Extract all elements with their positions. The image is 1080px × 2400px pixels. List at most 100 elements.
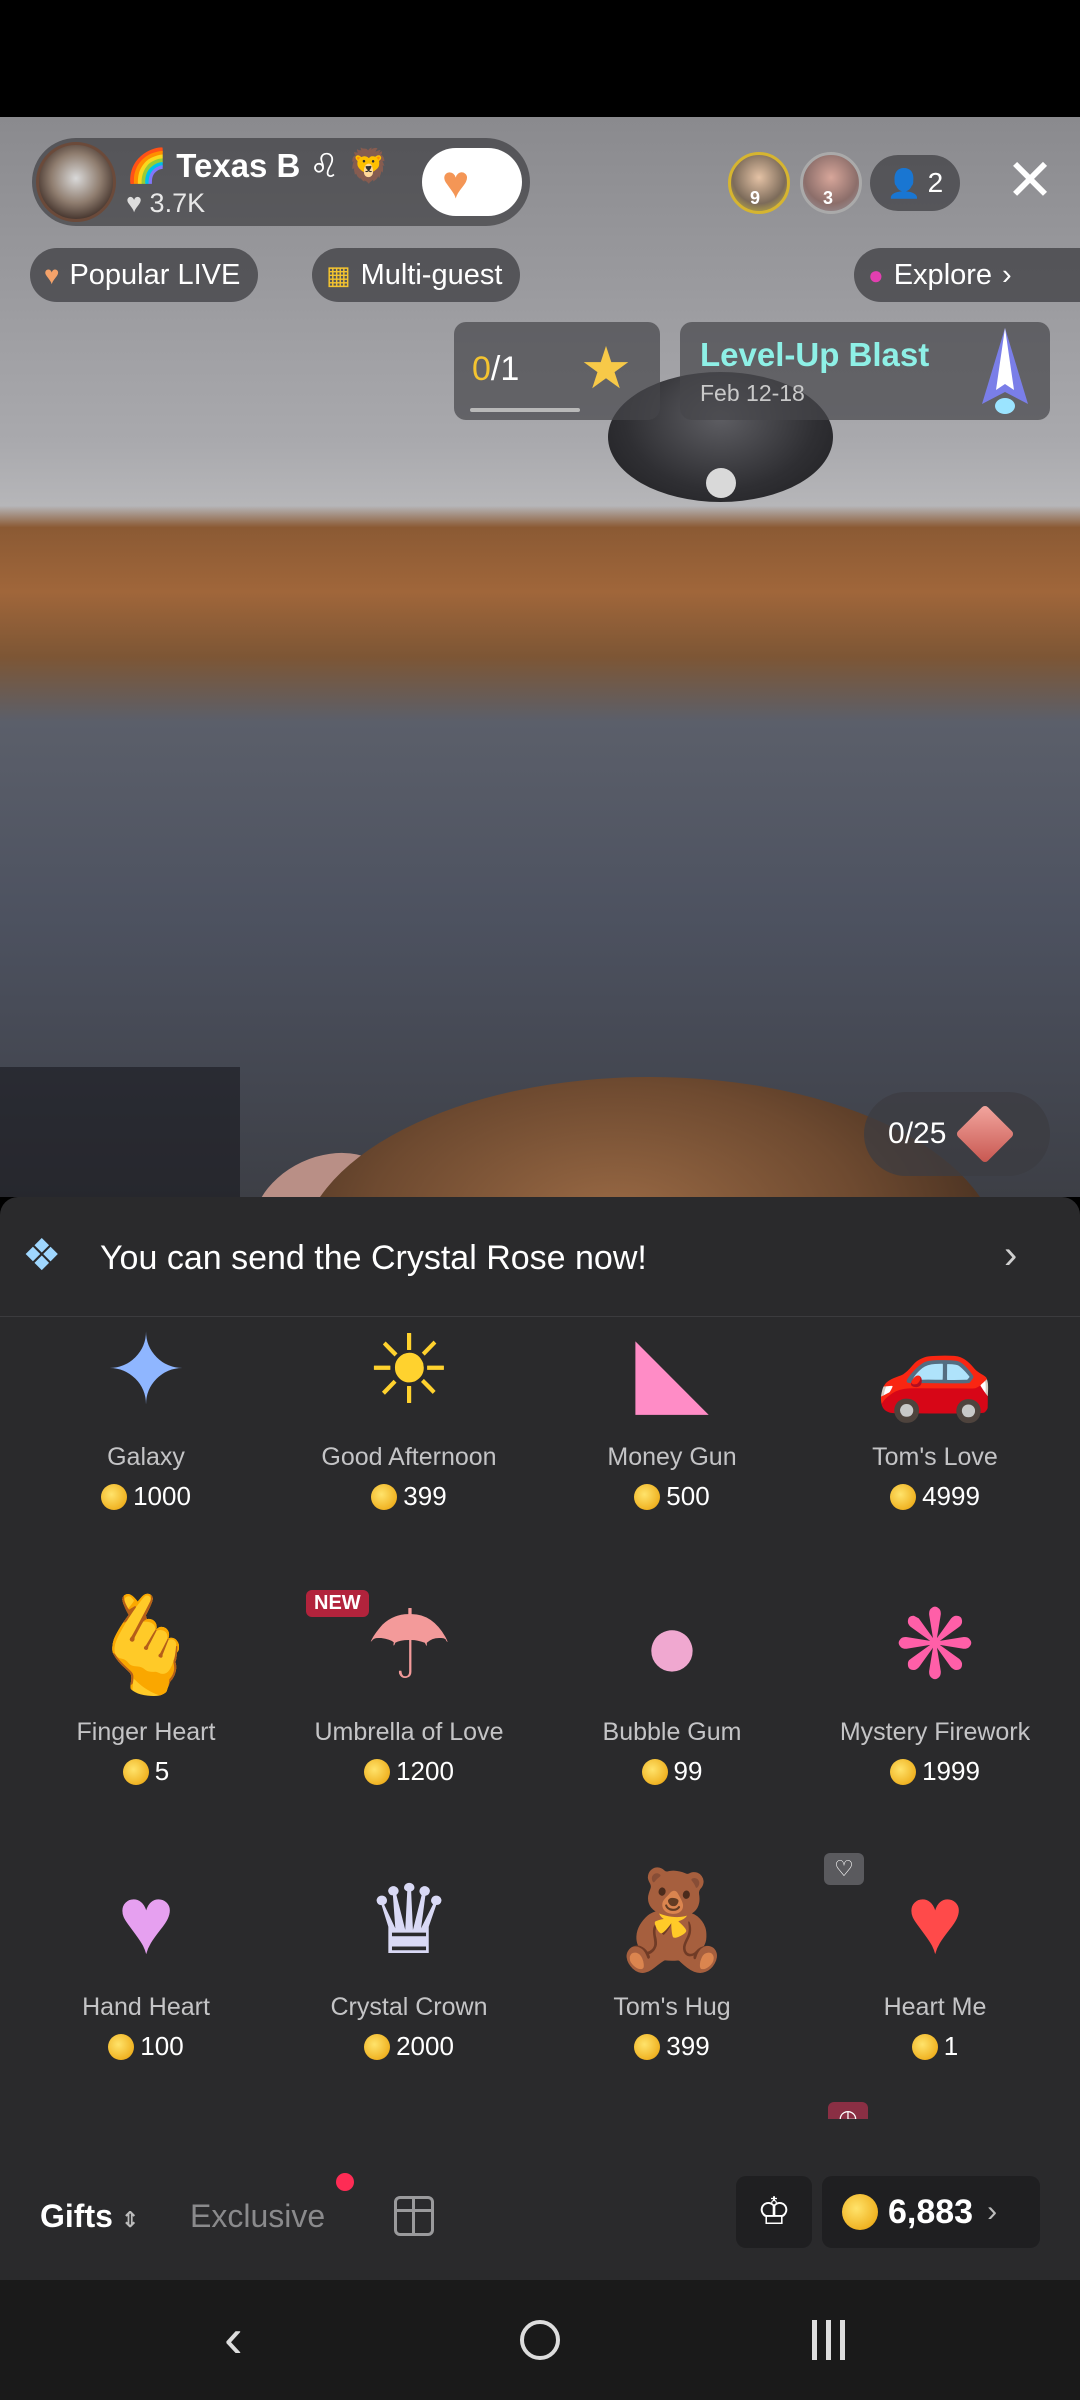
coin-icon — [364, 1758, 391, 1785]
tag-label: Explore — [893, 258, 993, 291]
gift-item-toms-love[interactable]: 🚗 Tom's Love 4999 — [804, 1319, 1066, 1559]
gift-price: 99 — [541, 1756, 803, 1787]
event-dates: Feb 12-18 — [700, 380, 805, 406]
tab-exclusive[interactable]: Exclusive — [190, 2198, 325, 2235]
tag-multi-guest[interactable]: ▦ Multi-guest — [312, 248, 521, 302]
gift-price: 1200 — [278, 1756, 540, 1787]
gem-icon — [955, 1104, 1016, 1164]
coin-icon — [101, 1483, 128, 1510]
gift-name: Umbrella of Love — [314, 1718, 504, 1746]
gift-price-value: 1 — [943, 2031, 959, 2061]
gift-item-galaxy[interactable]: ✦ Galaxy 1000 — [15, 1319, 277, 1559]
gift-item-crystal-crown[interactable]: ♛ Crystal Crown 2000 — [278, 1859, 540, 2109]
gift-price-value: 4999 — [922, 1481, 980, 1511]
close-button[interactable]: ✕ — [1000, 152, 1060, 212]
tag-label: Popular LIVE — [69, 258, 241, 291]
crown-icon: ♛ — [365, 1867, 453, 1974]
back-icon[interactable]: ‹ — [224, 2308, 243, 2368]
gift-name: Hand Heart — [82, 1993, 210, 2021]
gift-item-toms-hug[interactable]: 🧸 Tom's Hug 399 — [541, 1859, 803, 2109]
gift-price-value: 1200 — [396, 1756, 454, 1786]
host-likes-value: 3.7K — [149, 188, 206, 218]
chevron-right-icon: › — [1002, 258, 1012, 291]
coin-icon — [890, 1758, 917, 1785]
gift-price: 500 — [541, 1481, 803, 1512]
multi-guest-icon: ▦ — [326, 259, 351, 290]
gift-item-heart-me[interactable]: ♡ ♥ Heart Me 1 — [804, 1853, 1066, 2109]
gift-price-value: 500 — [666, 1481, 710, 1511]
timer-icon: ◷ — [828, 2102, 868, 2119]
gem-current: 0 — [888, 1117, 905, 1150]
gift-price-value: 1000 — [133, 1481, 191, 1511]
gift-item-umbrella-of-love[interactable]: NEW ☂ Umbrella of Love 1200 — [278, 1584, 540, 1834]
gem-counter[interactable]: 0/25 — [864, 1092, 1050, 1176]
teddy-bear-icon: 🧸 — [612, 1867, 732, 1974]
follow-button[interactable]: ♥ 13 — [422, 148, 522, 216]
heart-me-icon: ♥ — [906, 1867, 964, 1974]
coin-icon — [911, 2033, 938, 2060]
heart-icon: ♥ — [44, 259, 60, 290]
gift-price: 399 — [541, 2031, 803, 2062]
gift-name: Tom's Hug — [613, 1993, 731, 2021]
gift-name: Galaxy — [107, 1443, 185, 1471]
chevron-right-icon: › — [987, 2195, 998, 2228]
gift-item-money-gun[interactable]: ◣ Money Gun 500 — [541, 1319, 803, 1559]
gift-name: Tom's Love — [872, 1443, 998, 1471]
host-info[interactable]: 🌈 Texas B ♌ 🦁 ♥ 3.7K ♥ 13 — [32, 138, 530, 226]
gift-item-good-afternoon[interactable]: ☀ Good Afternoon 399 — [278, 1319, 540, 1559]
gift-box-icon[interactable] — [394, 2196, 434, 2236]
gift-price-value: 5 — [154, 1756, 170, 1786]
tag-popular-live[interactable]: ♥ Popular LIVE — [30, 248, 259, 302]
gift-item-bubble-gum[interactable]: ● Bubble Gum 99 — [541, 1584, 803, 1834]
car-icon: 🚗 — [875, 1319, 995, 1424]
event-title: Level-Up Blast — [700, 336, 930, 373]
fan-heart-icon: ♥ — [442, 156, 470, 208]
coin-icon — [371, 1483, 398, 1510]
viewer-count-button[interactable]: 👤 2 — [870, 155, 960, 211]
gift-name: Crystal Crown — [330, 1993, 488, 2021]
money-gun-icon: ◣ — [635, 1319, 709, 1424]
star-icon: ★ — [580, 336, 632, 401]
home-icon[interactable] — [520, 2320, 560, 2360]
gift-item-finger-heart[interactable]: 🫰 Finger Heart 5 — [15, 1584, 277, 1834]
gift-item-hand-heart[interactable]: ♥ Hand Heart 100 — [15, 1859, 277, 2109]
coin-icon — [108, 2033, 135, 2060]
crystal-rose-banner[interactable]: ❖ You can send the Crystal Rose now! › — [0, 1197, 1080, 1317]
gift-item-mystery-firework[interactable]: ❋ Mystery Firework 1999 — [804, 1584, 1066, 1834]
fan-level: 13 — [474, 184, 497, 206]
gem-count: 0/25 — [888, 1117, 946, 1151]
goal-progress[interactable]: 0/1 ★ — [454, 322, 660, 420]
tab-gifts-label: Gifts — [40, 2198, 113, 2234]
crown-icon: ♔ — [756, 2191, 792, 2233]
tag-explore[interactable]: ● Explore › — [854, 248, 1080, 302]
coin-icon — [364, 2033, 391, 2060]
bubble-gum-icon: ● — [643, 1592, 701, 1699]
gift-grid: ✦ Galaxy 1000 ☀ Good Afternoon 399 ◣ Mon… — [0, 1319, 1080, 2119]
event-banner[interactable]: Level-Up Blast Feb 12-18 — [680, 322, 1050, 420]
subscription-button[interactable]: ♔ — [736, 2176, 812, 2248]
gift-price: 4999 — [804, 1481, 1066, 1512]
host-likes: ♥ 3.7K — [126, 188, 205, 219]
host-name: 🌈 Texas B ♌ 🦁 — [126, 147, 390, 184]
crystal-rose-icon: ❖ — [22, 1231, 62, 1280]
gift-name: Money Gun — [607, 1443, 737, 1471]
coin-icon — [842, 2194, 878, 2230]
gift-name: Good Afternoon — [321, 1443, 497, 1471]
notification-dot — [336, 2173, 354, 2191]
gift-name: Bubble Gum — [602, 1718, 742, 1746]
host-avatar[interactable] — [36, 142, 116, 222]
explore-icon: ● — [868, 259, 884, 290]
gift-price-value: 99 — [673, 1756, 703, 1786]
top-viewer-rank: 3 — [823, 188, 834, 208]
gift-price-value: 399 — [666, 2031, 710, 2061]
gift-name: Finger Heart — [76, 1718, 216, 1746]
recent-apps-icon[interactable] — [812, 2320, 856, 2360]
coin-balance-button[interactable]: 6,883 › — [822, 2176, 1040, 2248]
goal-progress-bar — [470, 408, 580, 412]
gift-price: 399 — [278, 1481, 540, 1512]
gift-name: Heart Me — [883, 1993, 987, 2021]
gift-price: 100 — [15, 2031, 277, 2062]
top-viewer-rank: 9 — [750, 188, 761, 208]
tab-gifts[interactable]: Gifts ⇕ — [40, 2198, 139, 2235]
firework-icon: ❋ — [894, 1592, 976, 1699]
